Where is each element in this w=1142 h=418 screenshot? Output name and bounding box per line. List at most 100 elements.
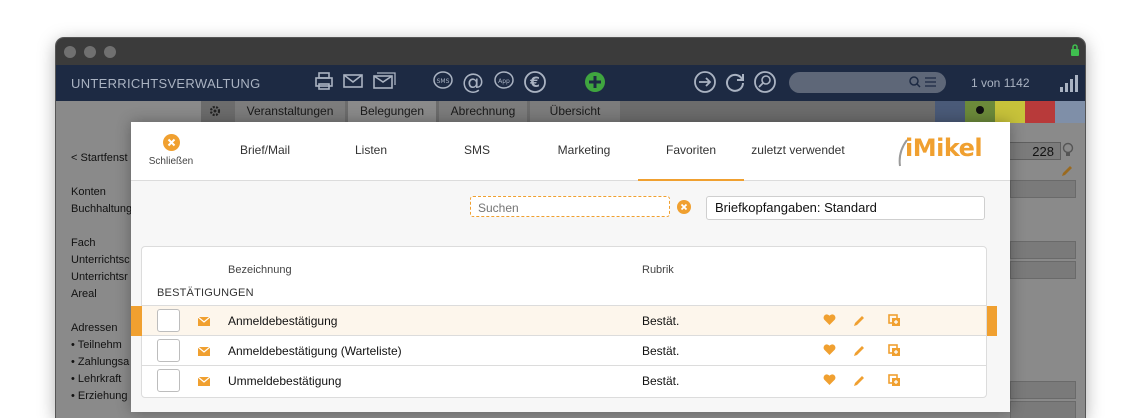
- nav-item[interactable]: • Zahlungsa: [71, 354, 132, 371]
- table-row[interactable]: Anmeldebestätigung Bestät.: [131, 305, 997, 336]
- tab-sms[interactable]: SMS: [425, 122, 529, 180]
- subtab-veranstaltungen[interactable]: Veranstaltungen: [235, 101, 345, 122]
- euro-icon[interactable]: €: [523, 70, 547, 94]
- group-label: BESTÄTIGUNGEN: [157, 287, 254, 299]
- favorite-heart-icon[interactable]: [823, 344, 836, 356]
- app-message-icon[interactable]: App: [493, 70, 515, 92]
- search-input[interactable]: [476, 198, 630, 217]
- subtab-abrechnung[interactable]: Abrechnung: [439, 101, 527, 122]
- nav-item[interactable]: Adressen: [71, 320, 132, 337]
- settings-gear-icon[interactable]: [208, 104, 222, 118]
- row-name: Ummeldebestätigung: [228, 374, 342, 388]
- row-checkbox[interactable]: [157, 309, 180, 332]
- window-titlebar: [56, 38, 1085, 65]
- nav-back[interactable]: < Startfenst: [71, 150, 132, 167]
- send-dialog: Schließen Brief/Mail Listen SMS Marketin…: [131, 122, 1010, 412]
- row-checkbox[interactable]: [157, 339, 180, 362]
- svg-text:SMS: SMS: [437, 78, 450, 85]
- search-field[interactable]: [470, 196, 670, 217]
- tab-marketing[interactable]: Marketing: [531, 122, 637, 180]
- sms-icon[interactable]: SMS: [432, 70, 454, 92]
- refresh-icon[interactable]: [723, 70, 747, 94]
- logo-swoosh-icon: [898, 139, 908, 167]
- column-header-bezeichnung[interactable]: Bezeichnung: [228, 264, 292, 276]
- nav-item[interactable]: Unterrichtsr: [71, 269, 132, 286]
- letterhead-select[interactable]: Briefkopfangaben: Standard: [706, 196, 985, 220]
- subtab-uebersicht[interactable]: Übersicht: [530, 101, 620, 122]
- bg-field: [1010, 180, 1076, 198]
- color-block-1: [935, 101, 965, 123]
- left-nav: < Startfenst Konten Buchhaltung Fach Unt…: [71, 150, 132, 405]
- tab-zuletzt-verwendet[interactable]: zuletzt verwendet: [745, 122, 851, 180]
- arrow-right-icon[interactable]: [693, 70, 717, 94]
- favorites-table: Bezeichnung Rubrik BESTÄTIGUNGEN Anmelde…: [131, 246, 997, 398]
- edit-pencil-icon[interactable]: [853, 374, 866, 387]
- row-name: Anmeldebestätigung: [228, 314, 338, 328]
- svg-text:@: @: [462, 70, 484, 94]
- printer-icon[interactable]: [313, 70, 335, 92]
- duplicate-icon[interactable]: [888, 314, 901, 327]
- svg-text:App: App: [498, 78, 510, 85]
- bg-field: [1010, 381, 1076, 399]
- nav-item[interactable]: Unterrichtsc: [71, 252, 132, 269]
- zoom-search-icon[interactable]: [753, 70, 777, 94]
- table-row[interactable]: Anmeldebestätigung (Warteliste) Bestät.: [142, 335, 986, 366]
- close-window-button[interactable]: [64, 46, 76, 58]
- row-checkbox[interactable]: [157, 369, 180, 392]
- logo-text: iMikel: [905, 134, 983, 162]
- tab-favoriten[interactable]: Favoriten: [638, 122, 744, 181]
- app-toolbar: UNTERRICHTSVERWALTUNG SMS @ App € 1 von …: [56, 65, 1085, 101]
- color-block-5: [1055, 101, 1085, 123]
- row-selection-marker: [131, 306, 142, 336]
- mail-icon[interactable]: [342, 70, 364, 92]
- add-icon[interactable]: [583, 70, 607, 94]
- close-button[interactable]: Schließen: [143, 134, 199, 167]
- status-dot: [976, 106, 984, 114]
- color-block-3: [995, 101, 1025, 123]
- favorite-heart-icon[interactable]: [823, 314, 836, 326]
- zoom-window-button[interactable]: [104, 46, 116, 58]
- at-icon[interactable]: @: [461, 70, 485, 94]
- edit-pencil-icon[interactable]: [853, 314, 866, 327]
- subtab-belegungen[interactable]: Belegungen: [348, 101, 436, 122]
- duplicate-icon[interactable]: [888, 374, 901, 387]
- close-label: Schließen: [148, 156, 194, 167]
- close-icon: [162, 134, 180, 151]
- table-row[interactable]: Ummeldebestätigung Bestät.: [142, 365, 986, 396]
- nav-item[interactable]: Konten: [71, 184, 132, 201]
- mail-icon: [198, 377, 210, 386]
- bg-field: [1010, 401, 1076, 418]
- nav-item[interactable]: • Lehrkraft: [71, 371, 132, 388]
- edit-pencil-icon[interactable]: [853, 344, 866, 357]
- bg-field: [1010, 241, 1076, 259]
- toolbar-search-field[interactable]: [789, 72, 946, 93]
- side-number-field[interactable]: 228: [1001, 142, 1061, 160]
- bg-field: [1010, 261, 1076, 279]
- row-rubrik: Bestät.: [642, 314, 680, 328]
- record-counter: 1 von 1142: [971, 76, 1030, 90]
- search-list-icon[interactable]: [908, 75, 938, 89]
- column-header-rubrik[interactable]: Rubrik: [642, 264, 674, 276]
- favorite-heart-icon[interactable]: [823, 374, 836, 386]
- row-selection-marker: [987, 306, 997, 336]
- mail-stack-icon[interactable]: [372, 70, 396, 92]
- nav-item[interactable]: Areal: [71, 286, 132, 303]
- imikel-logo: iMikel: [897, 134, 983, 168]
- color-block-4: [1025, 101, 1055, 123]
- nav-item[interactable]: Fach: [71, 235, 132, 252]
- row-name: Anmeldebestätigung (Warteliste): [228, 344, 402, 358]
- clear-search-icon[interactable]: [677, 200, 691, 214]
- tab-listen[interactable]: Listen: [319, 122, 423, 180]
- dialog-header: Schließen Brief/Mail Listen SMS Marketin…: [131, 122, 1010, 181]
- duplicate-icon[interactable]: [888, 344, 901, 357]
- tab-brief-mail[interactable]: Brief/Mail: [213, 122, 317, 180]
- nav-item[interactable]: • Teilnehm: [71, 337, 132, 354]
- svg-text:€: €: [529, 75, 540, 91]
- bulb-icon: [1062, 142, 1074, 156]
- edit-pencil-icon[interactable]: [1060, 164, 1074, 178]
- nav-item[interactable]: Buchhaltung: [71, 201, 132, 218]
- nav-item[interactable]: • Erziehung: [71, 388, 132, 405]
- row-rubrik: Bestät.: [642, 374, 680, 388]
- app-title: UNTERRICHTSVERWALTUNG: [71, 76, 261, 91]
- minimize-window-button[interactable]: [84, 46, 96, 58]
